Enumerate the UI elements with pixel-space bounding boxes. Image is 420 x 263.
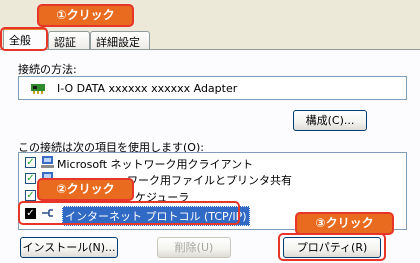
tab-authentication[interactable]: 認証	[48, 31, 90, 49]
callout-step1: ①クリック	[37, 4, 134, 27]
callout-step3-highlight	[278, 233, 386, 261]
network-client-icon	[41, 156, 54, 168]
callout-step1-highlight	[0, 27, 48, 51]
tab-advanced[interactable]: 詳細設定	[90, 31, 150, 49]
checkbox-checked[interactable]: ✓	[25, 190, 36, 201]
configure-button[interactable]: 構成(C)...	[293, 110, 367, 131]
network-card-icon	[31, 84, 45, 94]
item-label: Microsoft ネットワーク用クライアント	[57, 158, 254, 171]
callout-step2: ②クリック	[37, 178, 134, 201]
checkbox-checked[interactable]: ✓	[25, 173, 36, 184]
adapter-name: I-O DATA xxxxxx xxxxxx Adapter	[57, 82, 238, 95]
checkbox-checked[interactable]: ✓	[25, 157, 36, 168]
callout-step2-highlight	[18, 201, 240, 225]
tab-advanced-label: 詳細設定	[96, 36, 140, 49]
install-button[interactable]: インストール(N)...	[20, 237, 118, 258]
connect-using-label: 接続の方法:	[18, 63, 77, 76]
item-label: ワーク用ファイルとプリンタ共有	[127, 174, 292, 187]
tab-authentication-label: 認証	[54, 36, 76, 49]
uninstall-button[interactable]: 削除(U)	[157, 237, 231, 258]
callout-step3: ③クリック	[295, 212, 394, 235]
list-item[interactable]: ✓ Microsoft ネットワーク用クライアント	[25, 155, 395, 171]
adapter-box: I-O DATA xxxxxx xxxxxx Adapter	[18, 76, 407, 100]
